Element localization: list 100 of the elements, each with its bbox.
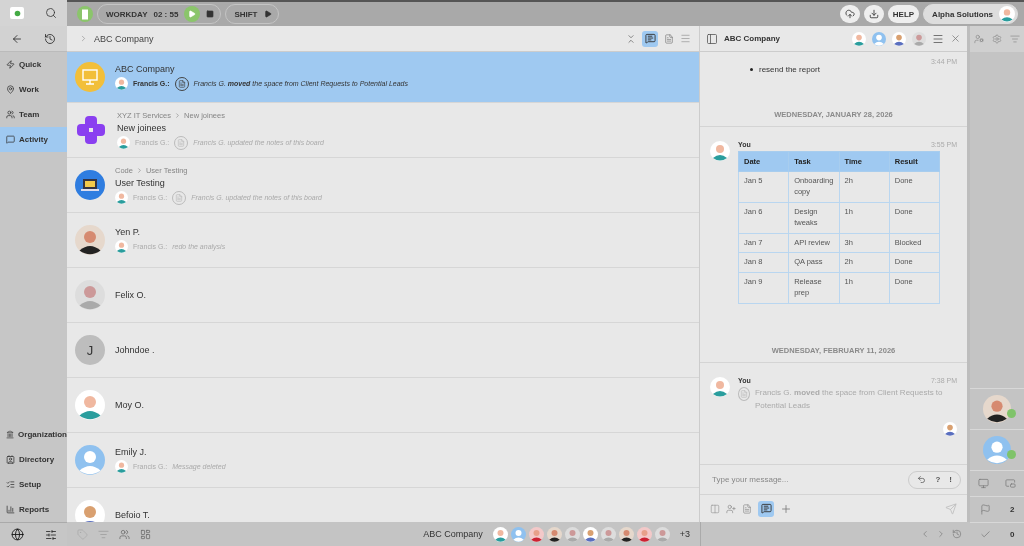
menu-icon[interactable] <box>680 33 691 44</box>
chat-view-button[interactable] <box>758 500 774 517</box>
check-icon[interactable] <box>979 529 991 540</box>
columns-icon[interactable] <box>710 503 720 514</box>
people-icon[interactable] <box>119 528 130 540</box>
chat-title: ABC Company <box>724 34 780 43</box>
message-text: resend the report <box>759 65 820 74</box>
nav-item[interactable]: Directory <box>0 447 67 472</box>
play-button[interactable] <box>184 6 201 22</box>
next-icon[interactable] <box>936 529 946 539</box>
chat-icon <box>644 33 656 44</box>
chat-icon <box>760 503 772 514</box>
download-button[interactable] <box>863 5 884 23</box>
nav-item[interactable]: Setup <box>0 472 67 497</box>
flag-icon[interactable] <box>979 504 991 515</box>
laptop-icon <box>75 170 105 200</box>
space-name: ABC Company <box>423 529 483 539</box>
panel-icon[interactable] <box>706 32 718 45</box>
door-icon <box>81 8 89 20</box>
picture-in-picture-icon[interactable] <box>1005 478 1016 489</box>
back-icon[interactable] <box>10 32 23 45</box>
door-button[interactable] <box>77 6 93 22</box>
item-title: Johndoe . <box>115 345 155 355</box>
member-avatar-icon[interactable] <box>618 526 634 542</box>
item-title: New joinees <box>117 122 168 133</box>
item-title: Felix O. <box>115 290 146 300</box>
nav-item[interactable]: Work <box>0 77 67 102</box>
seen-avatar-icon <box>943 421 957 436</box>
add-icon[interactable] <box>780 502 792 515</box>
chat-icon <box>6 135 15 144</box>
nav-item[interactable]: Team <box>0 102 67 127</box>
nav-item[interactable]: Reports <box>0 497 67 522</box>
close-icon[interactable] <box>950 33 961 44</box>
shift-label: SHIFT <box>234 9 258 19</box>
download-icon <box>868 9 879 19</box>
document-icon[interactable] <box>664 33 674 44</box>
chevron-icon <box>79 34 88 43</box>
item-title: Emily J. <box>115 447 148 457</box>
breadcrumb-text: ABC Company <box>94 33 154 44</box>
quick-reply-button[interactable]: ! <box>949 475 952 484</box>
item-title: ABC Company <box>115 63 176 74</box>
people-icon <box>6 110 15 119</box>
initial-avatar: J <box>75 335 105 365</box>
settings-icon[interactable] <box>44 528 57 541</box>
tag-icon[interactable] <box>77 528 88 540</box>
dashboard-icon[interactable] <box>140 528 151 540</box>
avatar-icon <box>710 141 730 161</box>
account-button[interactable]: Alpha Solutions <box>923 4 1018 24</box>
flag-count: 2 <box>1009 505 1015 514</box>
help-button[interactable]: HELP <box>887 5 920 23</box>
document-icon <box>175 193 184 202</box>
document-icon <box>177 138 186 147</box>
bullet-icon <box>750 68 753 71</box>
globe-icon[interactable] <box>10 528 24 541</box>
pin-icon <box>6 85 15 94</box>
filter-icon[interactable] <box>98 528 109 540</box>
quick-reply-button[interactable]: ? <box>935 475 941 484</box>
document-icon[interactable] <box>742 503 752 514</box>
play-icon[interactable] <box>263 10 272 18</box>
user-settings-icon[interactable] <box>974 34 984 44</box>
avatar-icon <box>75 280 105 310</box>
lightning-icon <box>6 60 15 69</box>
screen-icon[interactable] <box>978 478 989 489</box>
history-icon[interactable] <box>44 32 57 45</box>
avatar-icon <box>115 191 128 204</box>
avatar-icon <box>999 6 1015 22</box>
workday-label: WORKDAY <box>106 9 148 19</box>
nav-item[interactable]: Organization <box>0 422 67 447</box>
nav-item[interactable]: Quick <box>0 52 67 77</box>
menu-icon[interactable] <box>932 32 944 45</box>
contact-icon <box>6 455 15 464</box>
search-icon[interactable] <box>44 7 57 19</box>
avatar-icon <box>115 460 128 473</box>
upload-button[interactable] <box>839 5 860 23</box>
item-title: User Testing <box>115 177 166 188</box>
stop-icon[interactable] <box>206 10 215 18</box>
upload-icon <box>844 9 855 19</box>
filter-icon[interactable] <box>1010 34 1020 44</box>
document-icon <box>739 390 748 398</box>
previous-icon[interactable] <box>920 529 930 539</box>
item-title: Moy O. <box>115 400 144 410</box>
bar-chart-icon <box>6 505 15 514</box>
item-title: Befoio T. <box>115 510 150 520</box>
item-title: Yen P. <box>115 227 142 237</box>
avatar-icon <box>75 225 105 255</box>
avatar-icon <box>710 377 730 397</box>
message-input[interactable]: Type your message... <box>710 474 909 485</box>
undo-icon[interactable] <box>917 475 927 484</box>
avatar-icon <box>115 240 128 253</box>
add-user-icon[interactable] <box>726 503 736 514</box>
collapse-icon[interactable] <box>626 33 636 44</box>
chat-view-button[interactable] <box>642 30 658 47</box>
check-count: 0 <box>1009 530 1015 539</box>
online-status-icon <box>1007 409 1016 418</box>
checklist-icon <box>6 480 15 489</box>
clover-icon <box>75 114 107 146</box>
video-avatar-icon[interactable] <box>983 395 1011 423</box>
send-icon[interactable] <box>945 502 957 515</box>
member-avatar-icon[interactable] <box>546 526 562 542</box>
nav-item[interactable]: Activity <box>0 127 67 152</box>
